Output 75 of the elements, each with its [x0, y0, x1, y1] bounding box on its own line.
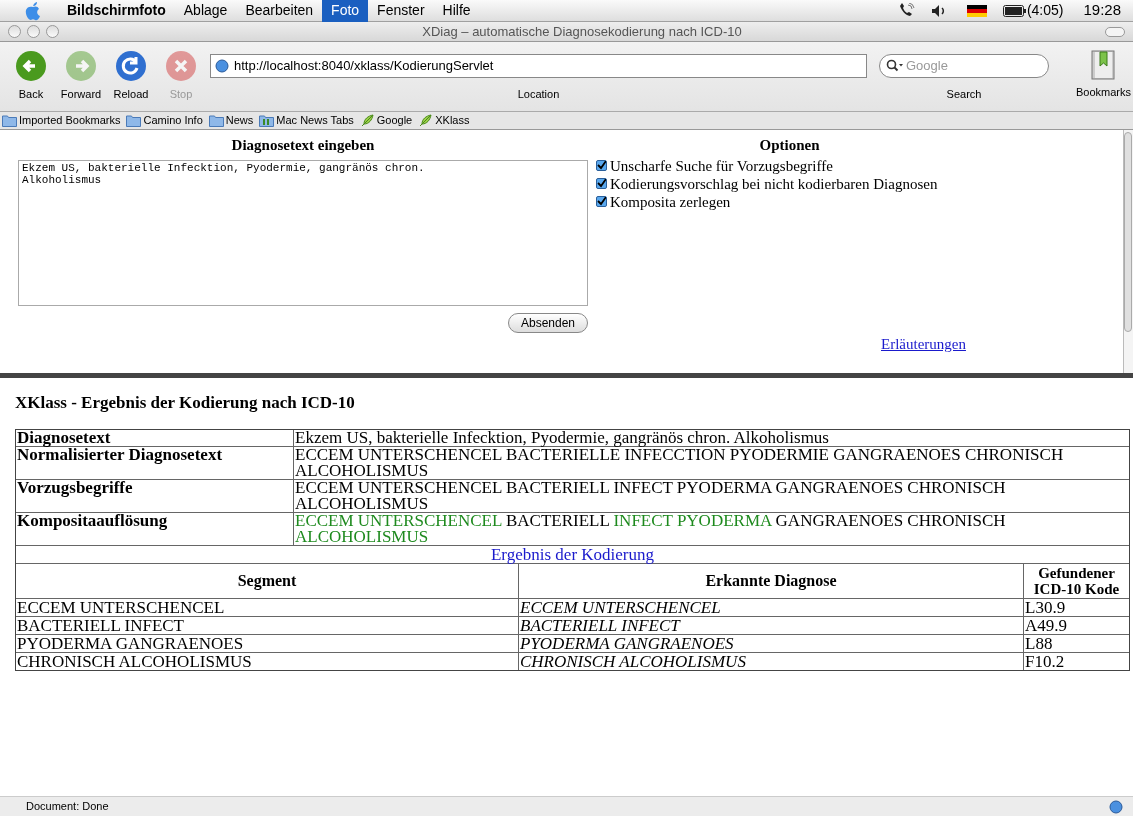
stop-icon [165, 50, 197, 82]
summary-label: Diagnosetext [16, 429, 294, 446]
table-cell: CHRONISCH ALCOHOLISMUS [519, 652, 1024, 670]
summary-label: Normalisierter Diagnosetext [16, 446, 294, 479]
search-icon [886, 59, 904, 73]
option-checkbox[interactable] [596, 178, 607, 189]
book-icon [1091, 50, 1116, 80]
table-cell: ECCEM UNTERSCHENCEL [16, 598, 519, 617]
apple-icon [24, 0, 42, 21]
location-field[interactable]: http://localhost:8040/xklass/KodierungServlet [210, 54, 867, 78]
reload-icon [115, 50, 147, 82]
table-cell: BACTERIELL INFECT [519, 616, 1024, 635]
speaker-icon[interactable] [930, 3, 947, 18]
table-cell: PYODERMA GANGRAENOES [519, 634, 1024, 653]
option-checkbox[interactable] [596, 160, 607, 171]
toolbar-button[interactable]: Back [6, 50, 56, 103]
summary-value: ECCEM UNTERSCHENCEL BACTERIELLE INFECCTION PYODERMIE GANGRAENOES CHRONISCH ALCOHOLISMUS [294, 446, 1065, 479]
bookmark-item[interactable]: Mac News Tabs [259, 112, 354, 129]
column-header: Gefundener ICD-10 Kode [1024, 563, 1129, 599]
table-cell: BACTERIELL INFECT [16, 616, 519, 635]
menu-item[interactable]: Ablage [174, 0, 237, 22]
table-cell: CHRONISCH ALCOHOLISMUS [16, 652, 519, 670]
folder-icon [126, 114, 142, 127]
option-label: Komposita zerlegen [610, 192, 731, 211]
menu-item[interactable]: Fenster [368, 0, 434, 22]
toolbar-button[interactable]: Reload [106, 50, 156, 103]
bookmark-item[interactable]: XKlass [418, 112, 470, 129]
summary-value: ECCEM UNTERSCHENCEL BACTERIELL INFECT PYODERMA GANGRAENOES CHRONISCH ALCOHOLISMUS [294, 479, 1007, 512]
window-title: XDiag – automatische Diagnosekodierung nach ICD-10 [421, 22, 743, 41]
bookmark-item[interactable]: Imported Bookmarks [2, 112, 121, 129]
help-link[interactable]: Erläuterungen [881, 332, 966, 355]
tabs-folder-icon [259, 114, 275, 127]
table-cell: A49.9 [1024, 616, 1129, 635]
summary-label: Vorzugsbegriffe [16, 479, 294, 512]
options-heading: Optionen [759, 136, 820, 155]
option-label: Kodierungsvorschlag bei nicht kodierbaren Diagnosen [610, 174, 938, 193]
bookmark-item[interactable]: Google [359, 112, 413, 129]
menu-item[interactable]: Hilfe [433, 0, 480, 22]
column-header: Erkannte Diagnose [519, 563, 1024, 599]
bookmark-leaf-icon [359, 114, 375, 127]
status-text: Document: Done [26, 799, 109, 815]
battery-time: (4:05) [1026, 1, 1064, 20]
form-heading: Diagnosetext eingeben [231, 136, 375, 155]
menu-item[interactable]: Foto [322, 0, 369, 22]
submit-button[interactable]: Absenden [507, 312, 588, 333]
folder-icon [208, 114, 224, 127]
bookmark-item[interactable]: News [208, 112, 254, 129]
result-caption: Ergebnis der Kodierung [490, 544, 654, 564]
table-cell: PYODERMA GANGRAENOES [16, 634, 519, 653]
column-header: Segment [16, 563, 519, 599]
search-label: Search [946, 87, 982, 102]
result-title: XKlass - Ergebnis der Kodierung nach ICD-10 [15, 392, 356, 414]
clock[interactable]: 19:28 [1083, 0, 1121, 22]
option-label: Unscharfe Suche für Vorzugsbegriffe [610, 156, 833, 175]
bookmark-item[interactable]: Camino Info [126, 112, 203, 129]
battery-icon[interactable] [1002, 4, 1027, 17]
diagnosis-text-field[interactable]: Ekzem US, bakterielle Infecktion, Pyodermie, gangränös chron. Alkoholismus [18, 159, 588, 306]
table-cell-text: F10.2 [1024, 652, 1066, 670]
german-flag-icon[interactable] [966, 4, 987, 17]
bookmark-leaf-icon [418, 114, 434, 127]
menu-item[interactable]: Bildschirmfoto [58, 0, 175, 22]
table-cell: L88 [1024, 634, 1129, 653]
toolbar-button[interactable]: Forward [56, 50, 106, 103]
option-checkbox[interactable] [596, 196, 607, 207]
table-cell: L30.9 [1024, 598, 1129, 617]
window-pill-button[interactable] [1105, 26, 1125, 37]
location-label: Location [517, 87, 560, 102]
summary-value: ECCEM UNTERSCHENCEL BACTERIELL INFECT PYODERMA GANGRAENOES CHRONISCH ALCOHOLISMUS [294, 512, 1007, 545]
summary-label: Kompositaauflösung [16, 512, 294, 545]
table-cell: ECCEM UNTERSCHENCEL [519, 598, 1024, 617]
menu-item[interactable]: Bearbeiten [236, 0, 323, 22]
bookmarks-button[interactable]: Bookmarks [1075, 50, 1131, 101]
scrollbar[interactable] [1123, 130, 1133, 373]
summary-value: Ekzem US, bakterielle Infecktion, Pyodermie, gangränös chron. Alkoholismus [294, 429, 830, 446]
folder-icon [2, 114, 17, 127]
